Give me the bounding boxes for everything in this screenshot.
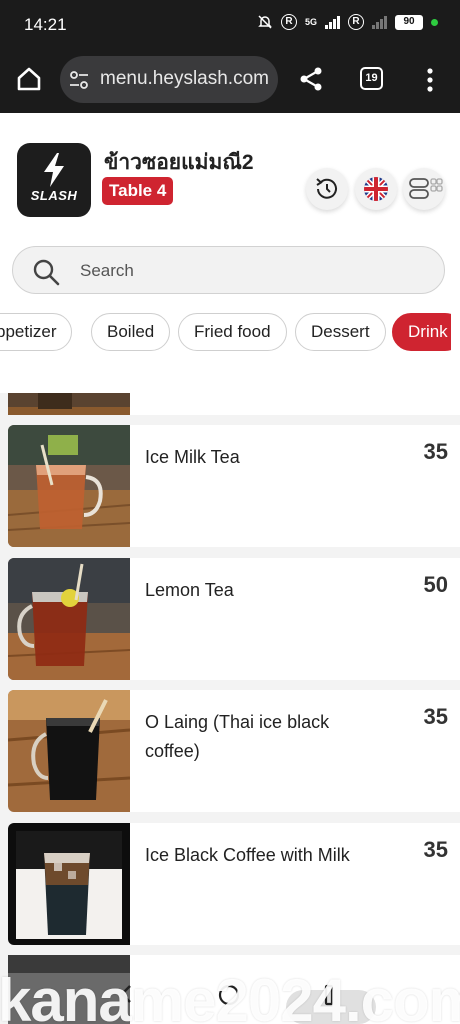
privacy-dot-icon	[431, 18, 438, 26]
share-icon[interactable]	[297, 65, 325, 93]
lightning-icon	[44, 153, 64, 187]
list-item[interactable]: Ice Milk Tea 35	[8, 425, 460, 547]
list-item[interactable]: Lemon Tea 50	[8, 558, 460, 680]
lemon-tea-photo	[8, 558, 130, 680]
registered-icon: R	[280, 14, 297, 30]
bell-off-icon	[258, 15, 272, 29]
language-button[interactable]	[355, 168, 397, 210]
tab-fried-food[interactable]: Fried food	[178, 313, 287, 351]
restaurant-name: ข้าวซอยแม่มณี2	[104, 151, 254, 174]
more-vertical-icon[interactable]	[420, 66, 440, 94]
restaurant-logo: SLASH	[17, 143, 91, 217]
view-toggle-button[interactable]	[403, 168, 445, 210]
tab-dessert[interactable]: Dessert	[295, 313, 386, 351]
table-badge: Table 4	[102, 177, 174, 205]
tab-drink[interactable]: Drink	[392, 313, 451, 351]
order-history-button[interactable]	[306, 168, 348, 210]
system-nav-bar	[0, 976, 460, 1024]
drink-photo	[8, 393, 130, 415]
item-name: Ice Milk Tea	[145, 447, 240, 467]
black-coffee-milk-photo	[8, 823, 130, 945]
home-icon[interactable]	[14, 64, 44, 94]
status-time: 14:21	[24, 15, 67, 34]
thai-black-coffee-photo	[8, 690, 130, 812]
list-item[interactable]: Ice Black Coffee with Milk 35	[8, 823, 460, 945]
address-bar[interactable]: menu.heyslash.com	[60, 56, 278, 103]
search-icon	[33, 259, 60, 286]
item-name: O Laing (Thai ice black coffee)	[145, 712, 330, 761]
status-icons: R 5G R 90	[257, 14, 438, 30]
recents-icon[interactable]	[322, 984, 338, 1006]
home-nav-icon[interactable]	[216, 982, 242, 1008]
search-input[interactable]: Search	[12, 246, 445, 294]
history-icon	[316, 178, 337, 199]
tab-switcher-button[interactable]: 19	[360, 67, 383, 90]
battery-icon: 90	[395, 14, 423, 30]
registered-icon-2: R	[348, 14, 364, 30]
item-price: 50	[423, 572, 448, 597]
list-item[interactable]: O Laing (Thai ice black coffee) 35	[8, 690, 460, 812]
list-item[interactable]	[8, 393, 460, 415]
layout-toggle-icon	[409, 178, 443, 199]
site-settings-icon[interactable]	[69, 70, 89, 90]
browser-toolbar: menu.heyslash.com 19	[0, 50, 460, 113]
signal-icon	[325, 15, 340, 29]
ice-milk-tea-photo	[8, 425, 130, 547]
category-tabs[interactable]: ppetizer Boiled Fried food Dessert Drink	[0, 313, 451, 353]
item-name: Lemon Tea	[145, 580, 234, 600]
item-price: 35	[423, 704, 448, 729]
tab-boiled[interactable]: Boiled	[91, 313, 171, 351]
item-price: 35	[423, 837, 448, 862]
uk-flag-icon	[364, 177, 388, 201]
url-text: menu.heyslash.com	[100, 68, 269, 89]
network-label: 5G	[304, 17, 317, 27]
tab-appetizer[interactable]: ppetizer	[0, 313, 73, 351]
signal-weak-icon	[372, 15, 387, 29]
search-placeholder: Search	[80, 261, 134, 280]
item-name: Ice Black Coffee with Milk	[145, 845, 350, 865]
back-icon[interactable]	[118, 984, 134, 1004]
logo-text: SLASH	[30, 188, 78, 203]
item-price: 35	[423, 439, 448, 464]
status-bar: 14:21 R 5G R 90	[0, 0, 460, 50]
